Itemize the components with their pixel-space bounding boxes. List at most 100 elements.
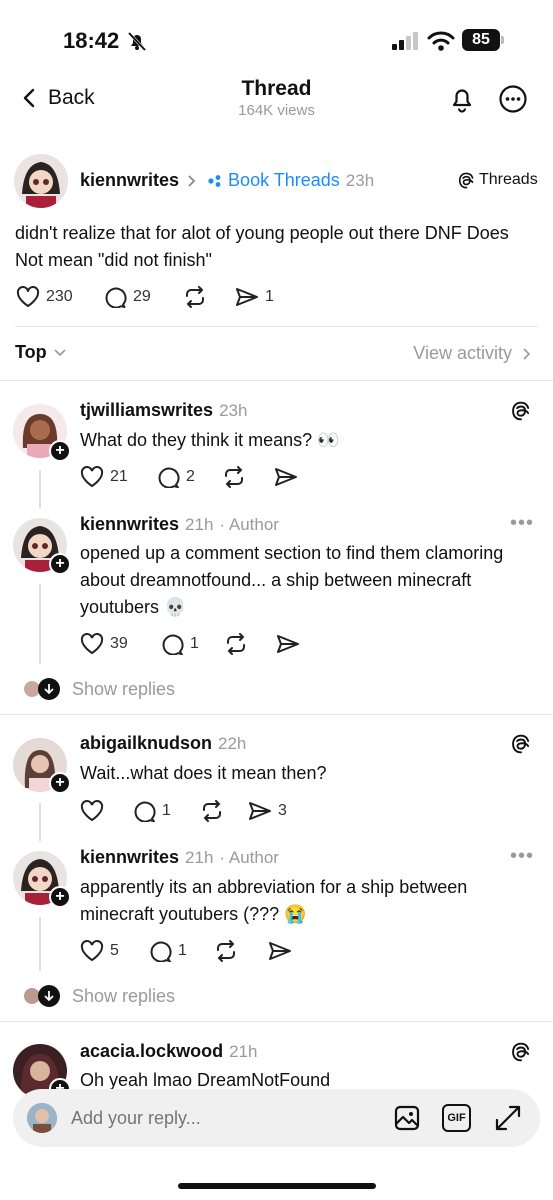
like-count: 230 xyxy=(46,288,73,305)
like-button[interactable]: 5 xyxy=(80,940,148,962)
comment-count: 1 xyxy=(162,802,171,819)
post-username[interactable]: kiennwrites xyxy=(80,170,179,191)
reply-actions: 1 3 xyxy=(80,800,287,822)
like-button[interactable]: 230 xyxy=(16,286,103,308)
thread-line xyxy=(39,470,41,508)
comment-button[interactable]: 29 xyxy=(103,286,183,308)
follow-button[interactable]: + xyxy=(49,440,71,462)
heart-icon xyxy=(80,800,104,822)
battery-level: 85 xyxy=(472,31,490,48)
reply-composer: GIF xyxy=(13,1089,540,1147)
gif-button[interactable]: GIF xyxy=(442,1104,471,1132)
reply-time: 21h xyxy=(185,847,214,867)
share-count: 1 xyxy=(265,288,274,305)
bell-icon[interactable] xyxy=(447,84,477,114)
author-tag: · Author xyxy=(219,847,279,867)
reply-time: 23h xyxy=(219,400,248,420)
like-button[interactable] xyxy=(80,800,132,822)
comment-icon xyxy=(150,941,172,962)
mute-bell-icon xyxy=(127,31,147,52)
comment-button[interactable]: 1 xyxy=(148,940,214,962)
chevron-down-icon xyxy=(54,348,66,356)
repost-icon xyxy=(225,466,243,488)
reply-header: abigailknudson 22h xyxy=(80,733,246,754)
reply-time: 21h xyxy=(229,1041,258,1061)
repost-button[interactable] xyxy=(214,940,268,962)
threads-logo-icon[interactable] xyxy=(511,734,531,754)
share-button[interactable] xyxy=(268,940,292,962)
comment-button[interactable]: 1 xyxy=(132,800,200,822)
comment-icon xyxy=(134,801,156,822)
reply-text: apparently its an abbreviation for a shi… xyxy=(80,877,468,924)
reply-username[interactable]: acacia.lockwood xyxy=(80,1041,223,1062)
share-button[interactable] xyxy=(274,466,298,488)
share-button[interactable]: 1 xyxy=(235,286,274,308)
reply-username[interactable]: tjwilliamswrites xyxy=(80,400,213,421)
send-icon xyxy=(249,802,271,820)
show-replies-button[interactable]: Show replies xyxy=(22,985,175,1007)
reply-header: kiennwrites 21h · Author xyxy=(80,514,279,535)
send-icon xyxy=(275,468,297,486)
expand-icon[interactable] xyxy=(494,1104,522,1132)
avatar-illustration xyxy=(14,154,68,208)
status-time: 18:42 xyxy=(63,28,120,53)
share-button[interactable] xyxy=(276,633,300,655)
follow-button[interactable]: + xyxy=(49,553,71,575)
send-icon xyxy=(277,635,299,653)
repost-icon xyxy=(186,286,204,308)
arrow-down-icon xyxy=(38,678,60,700)
community-icon xyxy=(208,174,221,187)
divider xyxy=(15,326,538,327)
sort-dropdown[interactable]: Top xyxy=(15,342,67,363)
follow-button[interactable]: + xyxy=(49,772,71,794)
share-button[interactable]: 3 xyxy=(248,800,287,822)
community-link[interactable]: Book Threads xyxy=(228,170,340,191)
like-count: 39 xyxy=(110,635,128,652)
divider xyxy=(0,1021,553,1022)
comment-button[interactable]: 2 xyxy=(156,466,222,488)
like-button[interactable]: 21 xyxy=(80,466,156,488)
comment-button[interactable]: 1 xyxy=(160,633,224,655)
chevron-right-icon xyxy=(188,174,196,187)
threads-logo-icon[interactable] xyxy=(511,401,531,421)
image-icon[interactable] xyxy=(394,1105,420,1131)
reply-username[interactable]: abigailknudson xyxy=(80,733,212,754)
reply-header: kiennwrites 21h · Author xyxy=(80,847,279,868)
author-tag: · Author xyxy=(219,514,279,534)
show-replies-label: Show replies xyxy=(72,985,176,1006)
gif-label: GIF xyxy=(447,1112,466,1124)
comment-icon xyxy=(162,634,184,655)
reply-time: 21h xyxy=(185,514,214,534)
threads-badge-label: Threads xyxy=(479,171,538,188)
more-options-icon[interactable]: ••• xyxy=(510,845,534,868)
repost-button[interactable] xyxy=(200,800,248,822)
comment-count: 1 xyxy=(178,942,187,959)
comment-icon xyxy=(158,467,180,488)
more-options-icon[interactable]: ••• xyxy=(510,512,534,535)
show-replies-label: Show replies xyxy=(72,678,176,699)
repost-icon xyxy=(203,800,221,822)
reply-input[interactable] xyxy=(71,1103,371,1133)
send-icon xyxy=(269,942,291,960)
threads-badge[interactable]: Threads xyxy=(458,171,538,189)
show-replies-button[interactable]: Show replies xyxy=(22,678,175,700)
battery-tip xyxy=(501,36,504,44)
reply-text: Wait...what does it mean then? xyxy=(80,763,327,783)
repost-button[interactable] xyxy=(222,466,274,488)
repost-icon xyxy=(227,633,245,655)
reply-username[interactable]: kiennwrites xyxy=(80,847,179,868)
more-options-icon[interactable] xyxy=(498,84,528,114)
follow-button[interactable]: + xyxy=(49,886,71,908)
threads-logo-icon[interactable] xyxy=(511,1042,531,1062)
like-button[interactable]: 39 xyxy=(80,633,160,655)
repost-icon xyxy=(217,940,235,962)
repost-button[interactable] xyxy=(183,286,235,308)
post-header: kiennwrites Book Threads 23h xyxy=(80,170,374,191)
view-activity-link[interactable]: View activity xyxy=(413,343,531,364)
reply-username[interactable]: kiennwrites xyxy=(80,514,179,535)
status-bar: 18:42 85 xyxy=(0,0,553,70)
reply-actions: 5 1 xyxy=(80,940,292,962)
repost-button[interactable] xyxy=(224,633,276,655)
avatar[interactable] xyxy=(14,154,68,208)
reply-text: opened up a comment section to find them… xyxy=(80,543,504,617)
